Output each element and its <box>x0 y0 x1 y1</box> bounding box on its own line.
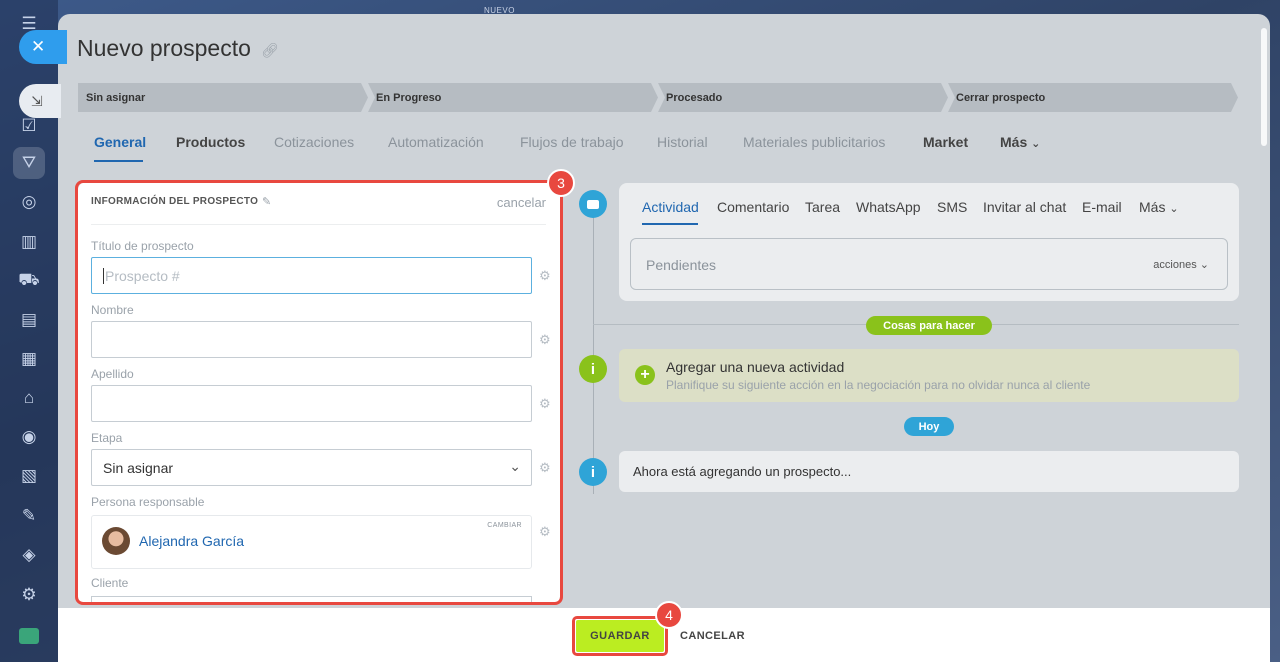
activity-tab-invitar-chat[interactable]: Invitar al chat <box>983 199 1066 215</box>
analytics-icon[interactable]: ▥ <box>13 226 45 258</box>
step-badge-4: 4 <box>655 601 683 629</box>
tab-mas[interactable]: Más ⌄ <box>1000 134 1040 150</box>
tab-materiales-publicitarios[interactable]: Materiales publicitarios <box>743 134 885 150</box>
add-activity-subtitle: Planifique su siguiente acción en la neg… <box>666 378 1091 392</box>
plus-icon: + <box>635 365 655 385</box>
activity-tab-mas[interactable]: Más ⌄ <box>1139 199 1179 215</box>
field-settings-gear-icon[interactable]: ⚙ <box>539 524 551 540</box>
activity-tab-sms[interactable]: SMS <box>937 199 967 215</box>
section-cancel-link[interactable]: cancelar <box>497 195 546 210</box>
tab-market[interactable]: Market <box>923 134 968 150</box>
activity-tab-email[interactable]: E-mail <box>1082 199 1122 215</box>
close-icon: ✕ <box>31 37 46 56</box>
add-activity-title: Agregar una nueva actividad <box>666 359 845 375</box>
chevron-down-icon: ⌄ <box>1169 203 1179 215</box>
app-icon[interactable] <box>13 620 45 652</box>
responsible-label: Persona responsable <box>91 495 205 509</box>
today-pill: Hoy <box>904 417 954 436</box>
chevron-down-icon: ⌄ <box>1031 138 1041 150</box>
settings-icon[interactable]: ⚙ <box>13 579 45 611</box>
status-card: Ahora está agregando un prospecto... <box>619 451 1239 492</box>
shop-icon[interactable]: ⛟ <box>13 265 45 297</box>
tab-productos[interactable]: Productos <box>176 134 245 150</box>
goals-icon[interactable]: ◉ <box>13 421 45 453</box>
name-input[interactable] <box>91 321 532 358</box>
delivery-icon[interactable]: ◈ <box>13 539 45 571</box>
field-settings-gear-icon[interactable]: ⚙ <box>539 460 551 476</box>
pending-label: Pendientes <box>646 257 717 273</box>
todo-pill: Cosas para hacer <box>866 316 992 335</box>
edit-pencil-icon[interactable]: ✎ <box>262 195 271 208</box>
add-activity-card[interactable]: + Agregar una nueva actividad Planifique… <box>619 349 1239 402</box>
client-input[interactable] <box>91 596 532 604</box>
comment-icon <box>579 190 607 218</box>
activity-tab-comentario[interactable]: Comentario <box>717 199 789 215</box>
tab-flujos-de-trabajo[interactable]: Flujos de trabajo <box>520 134 624 150</box>
pending-box[interactable]: Pendientes acciones ⌄ <box>630 238 1228 290</box>
step-badge-3: 3 <box>547 169 575 197</box>
active-tab-indicator <box>94 160 143 162</box>
text-caret <box>103 267 104 284</box>
save-button[interactable]: GUARDAR <box>576 620 664 652</box>
page-title: Nuevo prospecto <box>77 35 251 61</box>
link-icon[interactable]: 🔗︎ <box>261 42 279 59</box>
contact-center-icon[interactable]: ▤ <box>13 304 45 336</box>
stage-bar: Sin asignar En Progreso Procesado Cerrar… <box>78 83 1238 112</box>
client-label: Cliente <box>91 576 129 590</box>
info-icon: i <box>579 458 607 486</box>
stage-label: Etapa <box>91 431 123 445</box>
actions-dropdown[interactable]: acciones ⌄ <box>1153 258 1209 271</box>
stage-sin-asignar[interactable]: Sin asignar <box>78 83 368 112</box>
stage-select-value: Sin asignar <box>103 459 174 476</box>
field-settings-gear-icon[interactable]: ⚙ <box>539 268 551 284</box>
tab-automatizacion[interactable]: Automatización <box>388 134 484 150</box>
lead-title-placeholder: Prospecto # <box>105 267 180 284</box>
calendar-icon[interactable]: ▦ <box>13 343 45 375</box>
avatar <box>102 527 130 555</box>
field-settings-gear-icon[interactable]: ⚙ <box>539 396 551 412</box>
documents-icon[interactable]: ▧ <box>13 460 45 492</box>
stage-cerrar-prospecto[interactable]: Cerrar prospecto <box>948 83 1238 112</box>
inventory-icon[interactable]: ⌂ <box>13 382 45 414</box>
tab-historial[interactable]: Historial <box>657 134 708 150</box>
stage-procesado[interactable]: Procesado <box>658 83 948 112</box>
tab-cotizaciones[interactable]: Cotizaciones <box>274 134 354 150</box>
status-text: Ahora está agregando un prospecto... <box>633 464 852 479</box>
activity-tab-tarea[interactable]: Tarea <box>805 199 840 215</box>
title-label: Título de prospecto <box>91 239 194 253</box>
timeline-line <box>593 204 594 494</box>
surname-input[interactable] <box>91 385 532 422</box>
sign-icon[interactable]: ✎ <box>13 500 45 532</box>
stage-en-progreso[interactable]: En Progreso <box>368 83 658 112</box>
activity-tab-actividad[interactable]: Actividad <box>642 199 699 215</box>
section-divider <box>91 224 546 225</box>
info-icon: i <box>579 355 607 383</box>
close-slider-button[interactable]: ✕ <box>19 30 67 64</box>
responsible-person-link[interactable]: Alejandra García <box>139 533 244 549</box>
crm-icon[interactable]: ⛛ <box>13 147 45 179</box>
name-label: Nombre <box>91 303 134 317</box>
activity-editor: Actividad Comentario Tarea WhatsApp SMS … <box>619 183 1239 301</box>
section-heading: INFORMACIÓN DEL PROSPECTO <box>91 196 259 207</box>
lead-info-card: INFORMACIÓN DEL PROSPECTO ✎ cancelar Tít… <box>78 182 560 604</box>
chevron-down-icon: ⌄ <box>509 458 521 474</box>
change-responsible-button[interactable]: CAMBIAR <box>487 522 522 529</box>
pin-icon: ⇲ <box>31 92 43 109</box>
cancel-button[interactable]: CANCELAR <box>680 630 745 642</box>
activity-tab-whatsapp[interactable]: WhatsApp <box>856 199 921 215</box>
robot-icon[interactable]: ◎ <box>13 186 45 218</box>
scrollbar[interactable] <box>1261 28 1267 146</box>
surname-label: Apellido <box>91 367 134 381</box>
stage-select[interactable]: Sin asignar ⌄ <box>91 449 532 486</box>
lead-title-input[interactable]: Prospecto # <box>91 257 532 294</box>
tab-general[interactable]: General <box>94 134 146 150</box>
chevron-down-icon: ⌄ <box>1199 259 1209 271</box>
minimize-slider-button[interactable]: ⇲ <box>19 84 61 118</box>
lead-editor-panel: Nuevo prospecto 🔗︎ Sin asignar En Progre… <box>58 14 1270 662</box>
field-settings-gear-icon[interactable]: ⚙ <box>539 332 551 348</box>
responsible-person-box: CAMBIAR Alejandra García <box>91 515 532 569</box>
active-activity-tab-indicator <box>642 223 698 225</box>
